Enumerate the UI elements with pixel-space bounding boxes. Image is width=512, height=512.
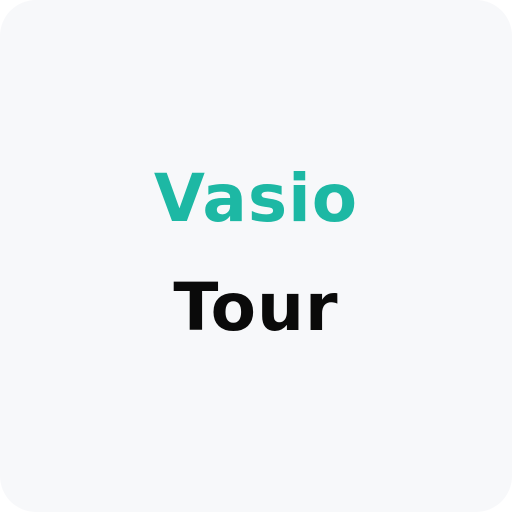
logo-word-vasio: Vasio (153, 160, 359, 237)
app-logo-tile: Vasio Tour (0, 0, 512, 512)
logo-word-tour: Tour (173, 269, 339, 346)
